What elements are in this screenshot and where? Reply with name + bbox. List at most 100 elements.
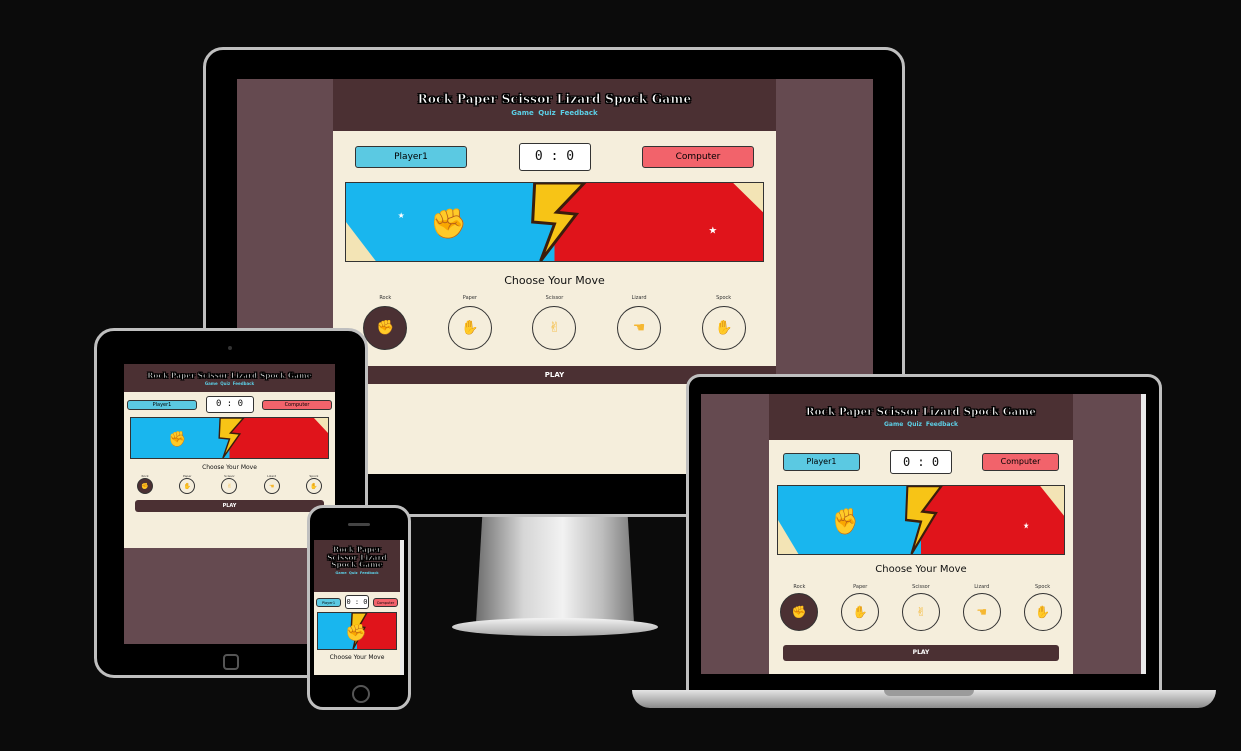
scorebar: Player1 0 : 0 Computer	[769, 440, 1073, 474]
play-button[interactable]: PLAY	[783, 645, 1059, 661]
rock-button[interactable]: ✊	[780, 593, 819, 631]
move-label: Paper	[462, 295, 477, 301]
move-label: Rock	[793, 584, 806, 590]
player-label: Player1	[127, 399, 197, 410]
phone-speaker	[348, 523, 370, 526]
site-header: Rock Paper Scissor Lizard Spock Game Gam…	[124, 364, 335, 392]
svg-text:✊: ✊	[430, 207, 467, 242]
nav-game-link[interactable]: Game	[884, 421, 903, 428]
nav-quiz-link[interactable]: Quiz	[349, 571, 358, 575]
svg-text:★: ★	[398, 211, 405, 220]
computer-label: Computer	[262, 399, 332, 410]
nav-game-link[interactable]: Game	[205, 381, 218, 386]
versus-banner: ✊	[130, 417, 329, 459]
phone-home-button	[352, 685, 370, 703]
rock-fist-icon: ✊	[376, 320, 395, 336]
score-display: 0 : 0	[345, 595, 369, 609]
site-page: Rock Paper Scissor Lizard Spock Game Gam…	[314, 540, 404, 675]
lizard-button[interactable]: ☚	[263, 478, 280, 494]
site-title: Rock Paper Scissor Lizard Spock Game	[806, 407, 1036, 419]
scorebar: Player1 0 : 0 Computer	[124, 392, 335, 413]
nav-feedback-link[interactable]: Feedback	[233, 381, 254, 386]
nav-feedback-link[interactable]: Feedback	[360, 571, 379, 575]
move-list: Rock ✊ Paper ✋ Scissor ✌ Lizard ☚ Spock ✋	[769, 584, 1073, 631]
spock-button[interactable]: ✋	[701, 306, 746, 350]
spock-hand-icon: ✋	[310, 482, 318, 490]
svg-text:✊: ✊	[345, 623, 367, 643]
paper-hand-icon: ✋	[183, 482, 192, 490]
move-spock: Spock ✋	[305, 474, 322, 494]
rock-button[interactable]: ✊	[363, 306, 408, 350]
score-display: 0 : 0	[205, 396, 254, 413]
nav-quiz-link[interactable]: Quiz	[907, 421, 922, 428]
scrollbar[interactable]	[1141, 394, 1146, 674]
versus-banner-art: ✊	[131, 418, 328, 458]
move-lizard: Lizard ☚	[617, 295, 662, 350]
rock-button[interactable]: ✊	[137, 478, 154, 494]
nav-quiz-link[interactable]: Quiz	[538, 109, 555, 117]
player-label: Player1	[355, 146, 467, 168]
svg-text:★: ★	[708, 226, 717, 237]
scissor-button[interactable]: ✌	[221, 478, 238, 494]
scrollbar[interactable]	[400, 540, 404, 675]
nav-game-link[interactable]: Game	[511, 109, 534, 117]
scissor-button[interactable]: ✌	[532, 306, 577, 350]
rock-fist-icon: ✊	[141, 482, 149, 490]
tablet-home-button	[223, 654, 239, 670]
move-scissor: Scissor ✌	[901, 584, 940, 631]
move-paper: Paper ✋	[179, 474, 196, 494]
move-rock: Rock ✊	[363, 295, 408, 350]
lizard-hand-icon: ☚	[632, 320, 646, 336]
svg-text:✊: ✊	[832, 507, 857, 537]
move-rock: Rock ✊	[780, 584, 819, 631]
play-button[interactable]: PLAY	[135, 500, 324, 512]
scissor-hand-icon: ✌	[226, 482, 232, 490]
paper-hand-icon: ✋	[461, 320, 479, 336]
move-label: Lizard	[631, 295, 647, 301]
rock-fist-icon: ✊	[791, 605, 807, 619]
move-label: Scissor	[912, 584, 930, 590]
scorebar: Player1 0 : 0 Computer	[333, 131, 776, 171]
score-display: 0 : 0	[518, 143, 591, 171]
paper-button[interactable]: ✋	[447, 306, 492, 350]
site-nav: Game Quiz Feedback	[769, 421, 1073, 428]
lizard-button[interactable]: ☚	[962, 593, 1001, 631]
tablet-screen: Rock Paper Scissor Lizard Spock Game Gam…	[124, 364, 335, 644]
move-lizard: Lizard ☚	[263, 474, 280, 494]
move-rock: Rock ✊	[137, 474, 154, 494]
site-header: Rock Paper Scissor Lizard Spock Game Gam…	[314, 540, 400, 592]
svg-text:✊: ✊	[169, 431, 187, 449]
move-list: Rock ✊ Paper ✋ Scissor ✌ Lizard ☚ Spock	[333, 295, 776, 350]
svg-text:★: ★	[1023, 521, 1029, 531]
choose-move-title: Choose Your Move	[202, 464, 257, 471]
move-scissor: Scissor ✌	[221, 474, 238, 494]
move-spock: Spock ✋	[701, 295, 746, 350]
paper-button[interactable]: ✋	[841, 593, 880, 631]
move-lizard: Lizard ☚	[962, 584, 1001, 631]
paper-button[interactable]: ✋	[179, 478, 196, 494]
site-title: Rock Paper Scissor Lizard Spock Game	[147, 371, 312, 380]
nav-feedback-link[interactable]: Feedback	[560, 109, 598, 117]
nav-quiz-link[interactable]: Quiz	[220, 381, 230, 386]
lizard-button[interactable]: ☚	[617, 306, 662, 350]
move-label: Paper	[853, 584, 868, 590]
site-header: Rock Paper Scissor Lizard Spock Game Gam…	[769, 394, 1073, 440]
versus-banner-art: ✊ ★	[778, 486, 1064, 554]
site-nav: Game Quiz Feedback	[124, 381, 335, 386]
versus-banner: ✊ ★	[777, 485, 1065, 555]
site-title-line: Spock Game	[331, 560, 383, 570]
monitor-stand	[476, 515, 634, 623]
scissor-button[interactable]: ✌	[901, 593, 940, 631]
computer-label: Computer	[373, 597, 398, 607]
score-display: 0 : 0	[890, 450, 952, 474]
nav-game-link[interactable]: Game	[335, 571, 346, 575]
spock-button[interactable]: ✋	[305, 478, 322, 494]
choose-move-title: Choose Your Move	[329, 654, 385, 661]
spock-hand-icon: ✋	[714, 320, 733, 336]
move-label: Scissor	[545, 295, 564, 301]
move-label: Spock	[1035, 584, 1051, 590]
spock-button[interactable]: ✋	[1023, 593, 1062, 631]
nav-feedback-link[interactable]: Feedback	[926, 421, 958, 428]
monitor-stand-base	[452, 618, 658, 636]
move-label: Rock	[379, 295, 392, 301]
